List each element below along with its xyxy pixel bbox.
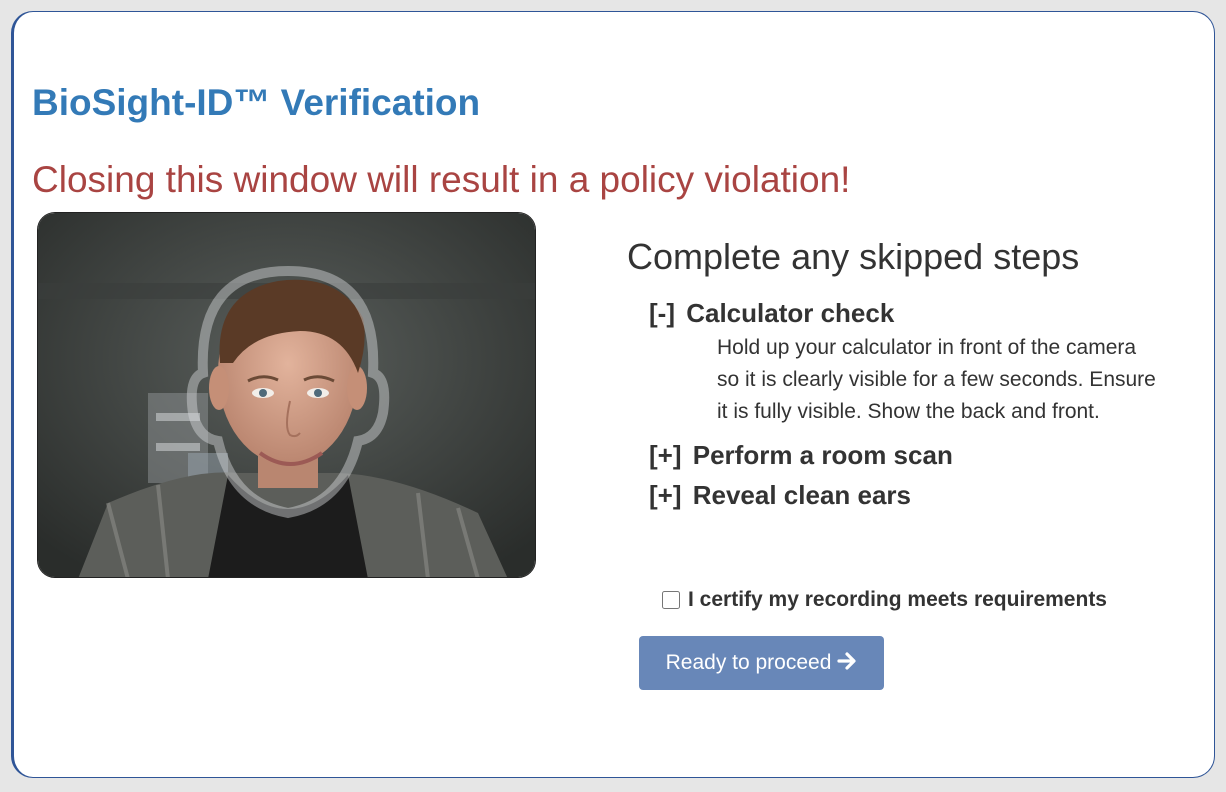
- certify-label[interactable]: I certify my recording meets requirement…: [688, 588, 1107, 612]
- step-room-scan-toggle[interactable]: [+] Perform a room scan: [649, 436, 1187, 474]
- page-title: BioSight-ID™ Verification: [32, 82, 481, 123]
- expand-toggle[interactable]: [+]: [649, 440, 682, 470]
- webcam-feed: [37, 212, 536, 578]
- steps-heading: Complete any skipped steps: [627, 236, 1080, 277]
- step-description: Hold up your calculator in front of the …: [717, 336, 1156, 423]
- step-label: Reveal clean ears: [692, 480, 912, 510]
- step-clean-ears: [+] Reveal clean ears: [649, 476, 1187, 514]
- arrow-right-icon: [837, 651, 857, 675]
- proceed-label: Ready to proceed: [665, 651, 832, 674]
- step-room-scan: [+] Perform a room scan: [649, 436, 1187, 474]
- expand-toggle[interactable]: [+]: [649, 480, 682, 510]
- webcam-image: [38, 213, 535, 577]
- step-clean-ears-toggle[interactable]: [+] Reveal clean ears: [649, 476, 1187, 514]
- steps-panel: Complete any skipped steps [-] Calculato…: [627, 236, 1187, 514]
- step-label: Calculator check: [686, 298, 895, 328]
- step-label: Perform a room scan: [692, 440, 953, 470]
- certify-row: I certify my recording meets requirement…: [662, 588, 1107, 612]
- ready-to-proceed-button[interactable]: Ready to proceed: [639, 636, 884, 690]
- certify-checkbox[interactable]: [662, 591, 680, 609]
- policy-warning: Closing this window will result in a pol…: [32, 159, 851, 200]
- step-calculator-check-toggle[interactable]: [-] Calculator check: [649, 294, 1187, 332]
- step-calculator-check: [-] Calculator check Hold up your calcul…: [649, 294, 1187, 428]
- collapse-toggle[interactable]: [-]: [649, 298, 675, 328]
